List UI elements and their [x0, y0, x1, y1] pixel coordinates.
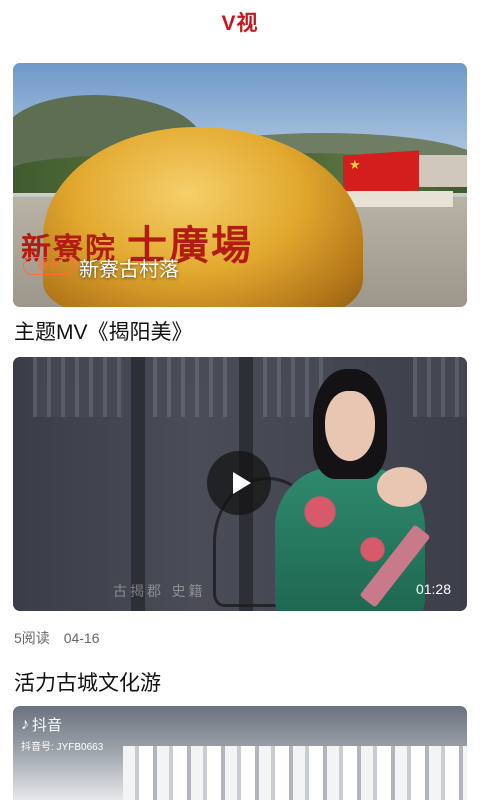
video-overlay-text: 古揭郡 史籍 [113, 584, 206, 600]
read-count: 5阅读 [14, 630, 50, 646]
video-thumbnail: ♪ 抖音 抖音号: JYFB0663 [13, 706, 467, 800]
wall [343, 191, 453, 207]
feed-item-title[interactable]: 活力古城文化游 [14, 667, 161, 697]
feed-item-image-3[interactable]: ♪ 抖音 抖音号: JYFB0663 [13, 706, 467, 800]
tiktok-note-icon: ♪ [21, 715, 29, 733]
app-header: V视 [0, 0, 480, 44]
lattice-window [153, 357, 233, 417]
page-title: V视 [221, 12, 259, 35]
publish-date: 04-16 [63, 630, 100, 646]
feed-item-image-1[interactable]: ★ 新寮院 士廣場 原创 新寮古村落 [13, 63, 467, 307]
thumbnail-scene [123, 746, 467, 800]
image-caption: 新寮古村落 [79, 259, 179, 281]
video-player[interactable]: 古揭郡 史籍 01:28 [13, 357, 467, 611]
lattice-window [413, 357, 467, 417]
play-button[interactable] [207, 451, 271, 515]
tiktok-account-id: 抖音号: JYFB0663 [21, 742, 104, 753]
pillar [131, 357, 145, 611]
original-badge: 原创 [23, 257, 75, 275]
face [325, 391, 375, 461]
video-duration: 01:28 [415, 581, 451, 597]
lattice-window [33, 357, 123, 417]
tiktok-app-name: 抖音 [32, 717, 63, 734]
play-icon [232, 472, 251, 494]
star-icon: ★ [349, 157, 361, 172]
building [413, 155, 467, 187]
hand [377, 467, 427, 507]
tiktok-watermark: ♪ 抖音 [21, 714, 62, 735]
village-plaza-photo: ★ 新寮院 士廣場 原创 新寮古村落 [13, 63, 467, 307]
feed-item-title[interactable]: 主题MV《揭阳美》 [14, 316, 193, 346]
feed-item-meta: 5阅读 04-16 [14, 628, 110, 648]
